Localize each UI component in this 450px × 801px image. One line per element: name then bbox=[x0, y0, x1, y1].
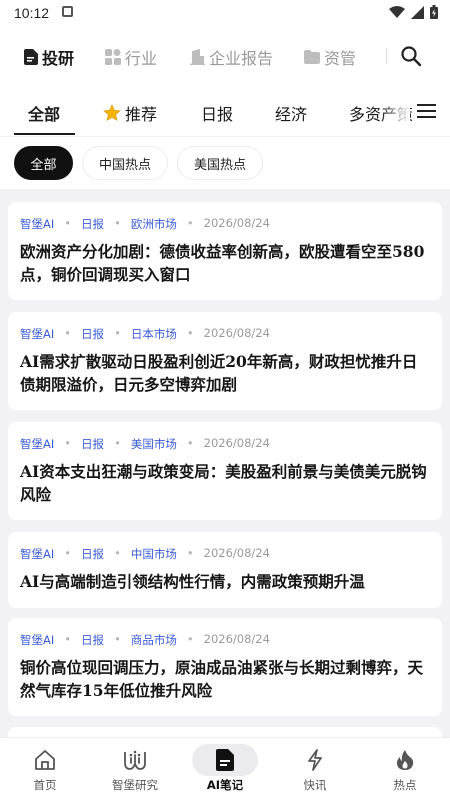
bottom-nav-label: 首页 bbox=[33, 778, 57, 792]
status-bar: 10:12 bbox=[0, 0, 450, 28]
tab-fade bbox=[380, 94, 410, 128]
article-type: 日报 bbox=[81, 327, 105, 341]
article-title: AI资本支出狂潮与政策变局：美股盈利前景与美债美元脱钩风险 bbox=[20, 462, 427, 504]
article-card[interactable]: 智堡AI • 日报 • 商品市场 • 2026/08/24 铜价高位现回调压力，原油成… bbox=[8, 618, 442, 716]
top-nav-item-research[interactable]: 投研 bbox=[24, 45, 74, 69]
article-market: 商品市场 bbox=[130, 633, 177, 647]
top-nav-label: 资管 bbox=[324, 49, 357, 68]
search-icon bbox=[401, 46, 422, 67]
article-title: 欧洲资产分化加剧：德债收益率创新高，欧股遭看空至580点，铜价回调现买入窗口 bbox=[20, 242, 425, 284]
tab-label: 日报 bbox=[201, 105, 234, 124]
tab-recommended[interactable]: 推荐 bbox=[103, 101, 157, 125]
article-date: 2026/08/24 bbox=[203, 436, 270, 450]
grid-icon bbox=[105, 49, 121, 65]
bottom-nav-label: AI笔记 bbox=[206, 778, 244, 792]
bottom-nav-label: 热点 bbox=[393, 778, 417, 792]
status-icons bbox=[389, 5, 438, 19]
menu-icon-line bbox=[417, 116, 436, 118]
filter-chips: 全部 中国热点 美国热点 bbox=[0, 137, 450, 189]
article-title: AI与高端制造引领结构性行情，内需政策预期升温 bbox=[20, 572, 365, 591]
bottom-nav-home[interactable]: 首页 bbox=[0, 738, 90, 801]
article-title: AI需求扩散驱动日股盈利创近20年新高，财政担忧推升日债期限溢价，日元多空博弈加… bbox=[20, 352, 418, 394]
article-date: 2026/08/24 bbox=[203, 546, 270, 560]
tab-economy[interactable]: 经济 bbox=[275, 101, 307, 125]
building-icon bbox=[190, 49, 205, 65]
folder-icon bbox=[304, 50, 320, 64]
top-nav: 投研 行业 企业报告 资管 bbox=[0, 28, 450, 84]
article-date: 2026/08/24 bbox=[203, 216, 270, 230]
tab-label: 经济 bbox=[275, 105, 308, 124]
bottom-nav: 首页 智堡研究 AI笔记 快讯 热点 bbox=[0, 737, 450, 801]
article-source: 智堡AI bbox=[20, 327, 55, 341]
home-icon bbox=[35, 750, 55, 770]
bottom-nav-label: 智堡研究 bbox=[112, 778, 158, 792]
chip-label: 中国热点 bbox=[98, 157, 151, 173]
notification-icon bbox=[62, 6, 73, 17]
menu-icon-line bbox=[417, 110, 436, 112]
note-icon bbox=[216, 749, 234, 771]
category-tabs: 全部 推荐 日报 经济 多资产策 bbox=[0, 84, 450, 136]
top-nav-item-asset-management[interactable]: 资管 bbox=[304, 45, 356, 69]
article-type: 日报 bbox=[81, 437, 105, 451]
chip-all[interactable]: 全部 bbox=[14, 146, 73, 180]
article-market: 中国市场 bbox=[130, 547, 177, 561]
article-card[interactable]: 智堡AI • 日报 • 日本市场 • 2026/08/24 AI需求扩散驱动日股盈利创… bbox=[8, 312, 442, 410]
chip-label: 美国热点 bbox=[193, 157, 246, 173]
article-source: 智堡AI bbox=[20, 633, 55, 647]
bottom-nav-research[interactable]: 智堡研究 bbox=[90, 738, 180, 801]
article-meta: 智堡AI • 日报 • 美国市场 • 2026/08/24 bbox=[20, 436, 270, 451]
article-market: 欧洲市场 bbox=[130, 217, 177, 231]
wifi-icon bbox=[389, 5, 405, 18]
tab-active-indicator bbox=[14, 133, 75, 135]
menu-icon bbox=[417, 104, 436, 106]
article-source: 智堡AI bbox=[20, 217, 55, 231]
article-source: 智堡AI bbox=[20, 547, 55, 561]
top-nav-item-company-report[interactable]: 企业报告 bbox=[189, 45, 273, 69]
star-icon bbox=[103, 104, 121, 122]
top-nav-item-industry[interactable]: 行业 bbox=[105, 45, 157, 69]
article-type: 日报 bbox=[81, 217, 105, 231]
chip-us-hot[interactable]: 美国热点 bbox=[177, 146, 263, 180]
article-meta: 智堡AI • 日报 • 中国市场 • 2026/08/24 bbox=[20, 546, 270, 561]
article-date: 2026/08/24 bbox=[203, 326, 270, 340]
tab-menu-button[interactable] bbox=[412, 98, 442, 124]
nav-divider bbox=[386, 48, 387, 64]
article-source: 智堡AI bbox=[20, 437, 55, 451]
chip-label: 全部 bbox=[30, 157, 57, 173]
signal-icon bbox=[411, 5, 424, 19]
chip-china-hot[interactable]: 中国热点 bbox=[82, 146, 168, 180]
article-title: 铜价高位现回调压力，原油成品油紧张与长期过剩博弈，天然气库存15年低位推升风险 bbox=[20, 658, 424, 700]
article-card[interactable]: 智堡AI • 日报 • 美国市场 • 2026/08/24 AI资本支出狂潮与政策变局… bbox=[8, 422, 442, 520]
top-nav-label: 投研 bbox=[42, 49, 75, 68]
article-market: 美国市场 bbox=[130, 437, 177, 451]
article-meta: 智堡AI • 日报 • 商品市场 • 2026/08/24 bbox=[20, 632, 270, 647]
tab-label: 推荐 bbox=[125, 105, 158, 124]
article-type: 日报 bbox=[81, 633, 105, 647]
article-type: 日报 bbox=[81, 547, 105, 561]
bottom-nav-flash[interactable]: 快讯 bbox=[270, 738, 360, 801]
tab-label: 全部 bbox=[28, 105, 61, 124]
search-button[interactable] bbox=[400, 45, 422, 71]
article-card[interactable]: 智堡AI • 日报 • 欧洲市场 • 2026/08/24 欧洲资产分化加剧：德债收益… bbox=[8, 202, 442, 300]
article-meta: 智堡AI • 日报 • 欧洲市场 • 2026/08/24 bbox=[20, 216, 270, 231]
flash-icon bbox=[308, 749, 322, 771]
article-market: 日本市场 bbox=[130, 327, 177, 341]
top-nav-label: 行业 bbox=[125, 49, 158, 68]
article-meta: 智堡AI • 日报 • 日本市场 • 2026/08/24 bbox=[20, 326, 270, 341]
tab-daily[interactable]: 日报 bbox=[201, 101, 233, 125]
tab-all[interactable]: 全部 bbox=[28, 101, 60, 125]
research-icon bbox=[124, 750, 146, 770]
status-time: 10:12 bbox=[14, 5, 50, 21]
article-card[interactable]: 智堡AI • 日报 • 中国市场 • 2026/08/24 AI与高端制造引领结构性行… bbox=[8, 532, 442, 608]
battery-icon bbox=[430, 5, 438, 19]
top-nav-label: 企业报告 bbox=[209, 49, 274, 68]
bottom-nav-hot[interactable]: 热点 bbox=[360, 738, 450, 801]
fire-icon bbox=[396, 750, 414, 770]
doc-icon bbox=[24, 49, 38, 65]
bottom-nav-ai-notes[interactable]: AI笔记 bbox=[180, 738, 270, 801]
article-date: 2026/08/24 bbox=[203, 632, 270, 646]
bottom-nav-label: 快讯 bbox=[303, 778, 327, 792]
